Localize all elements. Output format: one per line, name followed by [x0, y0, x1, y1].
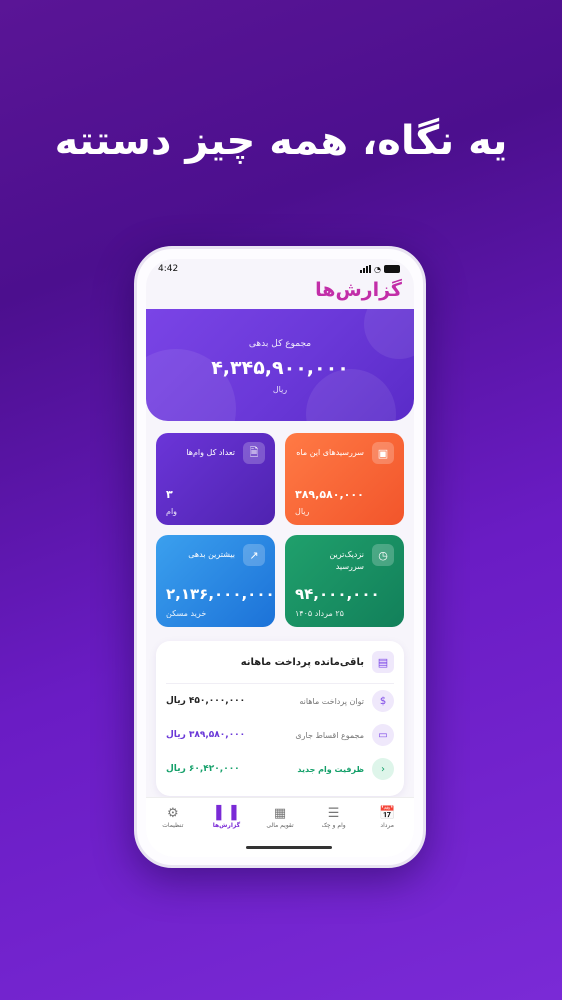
- loan-count-card[interactable]: 🗎 تعداد کل وام‌ها ۳ وام: [156, 433, 275, 525]
- list-item[interactable]: ‹ ظرفیت وام جدید ۶۰,۴۲۰,۰۰۰ ریال: [166, 752, 394, 786]
- home-indicator: [246, 846, 332, 849]
- tab-label: مرداد: [380, 822, 394, 829]
- tab-label: تقویم مالی: [266, 822, 294, 829]
- card-title: بیشترین بدهی: [188, 550, 235, 559]
- card-value: ۳۸۹,۵۸۰,۰۰۰: [295, 488, 364, 501]
- card-sub: وام: [166, 507, 178, 516]
- app-screen: 4:42 ◔ گزارش‌ها مجموع کل بدهی ۴,۳۴۵,۹۰۰,…: [146, 259, 414, 857]
- tab-loans-checks[interactable]: ☰ وام و چک: [307, 806, 361, 857]
- trend-icon: ↗: [243, 544, 265, 566]
- summary-grid: 🗎 تعداد کل وام‌ها ۳ وام ▣ سررسیدهای این …: [146, 421, 414, 627]
- row-label: مجموع اقساط جاری: [295, 730, 364, 740]
- card-icon: ▭: [372, 724, 394, 746]
- card-title: سررسیدهای این ماه: [296, 448, 364, 457]
- nearest-due-card[interactable]: ◷ نزدیک‌ترین سررسید ۹۴,۰۰۰,۰۰۰ ۲۵ مرداد …: [285, 535, 404, 627]
- row-value: ۴۵۰,۰۰۰,۰۰۰ ریال: [166, 696, 246, 706]
- status-time: 4:42: [158, 264, 179, 274]
- largest-debt-card[interactable]: ↗ بیشترین بدهی ۲,۱۳۶,۰۰۰,۰۰۰ خرید مسکن: [156, 535, 275, 627]
- wifi-icon: ◔: [374, 264, 381, 274]
- row-value: ۳۸۹,۵۸۰,۰۰۰ ریال: [166, 730, 246, 740]
- card-sub: ۲۵ مرداد ۱۴۰۵: [295, 609, 344, 618]
- total-debt-currency: ریال: [272, 385, 288, 394]
- calendar-icon: ◷: [372, 544, 394, 566]
- battery-icon: [384, 265, 400, 273]
- chevron-left-icon[interactable]: ‹: [372, 758, 394, 780]
- gear-icon: ⚙: [167, 806, 179, 821]
- wallet-icon: ▣: [372, 442, 394, 464]
- tab-label: وام و چک: [321, 822, 346, 829]
- total-debt-amount: ۴,۳۴۵,۹۰۰,۰۰۰: [211, 357, 349, 379]
- document-icon: 🗎: [243, 442, 265, 464]
- tab-label: گزارش‌ها: [212, 822, 241, 829]
- list-item: $ توان پرداخت ماهانه ۴۵۰,۰۰۰,۰۰۰ ریال: [166, 684, 394, 718]
- card-sub: ریال: [295, 507, 310, 516]
- row-value: ۶۰,۴۲۰,۰۰۰ ریال: [166, 764, 240, 774]
- row-label: ظرفیت وام جدید: [297, 764, 364, 774]
- panel-title: باقی‌مانده پرداخت ماهانه: [240, 656, 364, 668]
- bar-chart-icon: ▐▌: [216, 806, 237, 821]
- calendar-grid-icon: ▦: [273, 806, 287, 821]
- dollar-icon: $: [372, 690, 394, 712]
- due-this-month-card[interactable]: ▣ سررسیدهای این ماه ۳۸۹,۵۸۰,۰۰۰ ریال: [285, 433, 404, 525]
- headline: یه نگاه، همه چیز دستته: [54, 118, 508, 164]
- total-debt-label: مجموع کل بدهی: [248, 339, 312, 349]
- card-value: ۳: [166, 488, 173, 501]
- card-value: ۹۴,۰۰۰,۰۰۰: [295, 585, 380, 603]
- row-label: توان پرداخت ماهانه: [299, 696, 364, 706]
- card-title: نزدیک‌ترین سررسید: [329, 550, 364, 571]
- card-title: تعداد کل وام‌ها: [186, 448, 235, 457]
- bottom-nav: 📅 مرداد ☰ وام و چک ▦ تقویم مالی ▐▌ گزارش…: [146, 797, 414, 857]
- calendar-day-icon: 📅: [379, 806, 396, 821]
- list-icon: ☰: [327, 806, 340, 821]
- card-value: ۲,۱۳۶,۰۰۰,۰۰۰: [166, 585, 275, 603]
- monthly-remaining-panel: ▤ باقی‌مانده پرداخت ماهانه $ توان پرداخت…: [156, 641, 404, 796]
- tab-reports[interactable]: ▐▌ گزارش‌ها: [200, 806, 254, 857]
- wallet-icon: ▤: [372, 651, 394, 673]
- status-bar: 4:42 ◔: [146, 259, 414, 279]
- tab-month[interactable]: 📅 مرداد: [360, 806, 414, 857]
- phone-mockup: 4:42 ◔ گزارش‌ها مجموع کل بدهی ۴,۳۴۵,۹۰۰,…: [134, 246, 426, 868]
- tab-financial-calendar[interactable]: ▦ تقویم مالی: [253, 806, 307, 857]
- total-debt-card: مجموع کل بدهی ۴,۳۴۵,۹۰۰,۰۰۰ ریال: [146, 309, 414, 421]
- tab-label: تنظیمات: [162, 822, 184, 829]
- page-title: گزارش‌ها: [315, 279, 402, 301]
- list-item: ▭ مجموع اقساط جاری ۳۸۹,۵۸۰,۰۰۰ ریال: [166, 718, 394, 752]
- card-sub: خرید مسکن: [166, 609, 207, 618]
- tab-settings[interactable]: ⚙ تنظیمات: [146, 806, 200, 857]
- signal-icon: [360, 265, 372, 273]
